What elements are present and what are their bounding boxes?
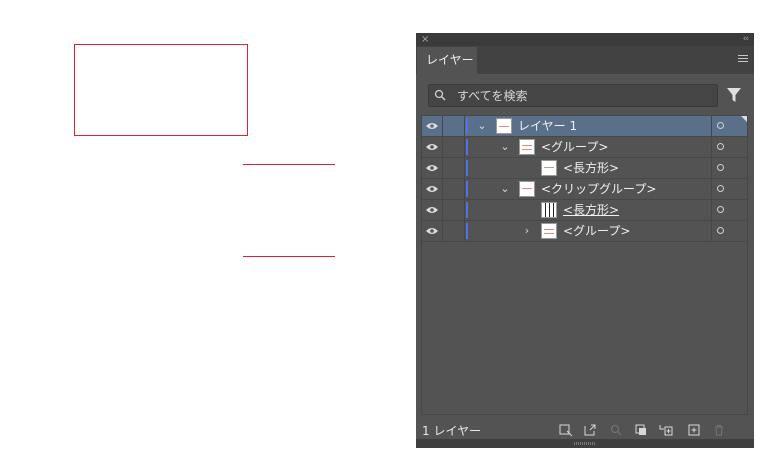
- layer-name[interactable]: <グループ>: [563, 223, 630, 239]
- target-circle-icon[interactable]: [717, 143, 724, 150]
- chevron-down-icon[interactable]: ⌄: [499, 140, 511, 154]
- search-box[interactable]: [428, 84, 718, 107]
- collapse-panel-icon[interactable]: ‹‹: [743, 34, 749, 45]
- search-icon: [434, 89, 446, 101]
- visibility-toggle[interactable]: [422, 179, 443, 199]
- collect-for-export-icon[interactable]: [559, 423, 573, 437]
- layer-row[interactable]: ⌄ <グループ>: [422, 137, 747, 158]
- chevron-right-icon[interactable]: ›: [521, 224, 533, 238]
- target-column[interactable]: [711, 221, 747, 241]
- make-clipping-mask-icon[interactable]: [634, 423, 648, 437]
- layer-row[interactable]: <長方形>: [422, 158, 747, 179]
- layer-color-bar: [466, 139, 468, 155]
- target-column[interactable]: [711, 179, 747, 199]
- visibility-toggle[interactable]: [422, 221, 443, 241]
- layer-name[interactable]: <長方形>: [563, 202, 619, 218]
- layer-color-bar: [466, 223, 468, 239]
- layer-thumbnail: [496, 118, 512, 134]
- tab-layers[interactable]: レイヤー: [417, 47, 477, 74]
- visibility-toggle[interactable]: [422, 158, 443, 178]
- artwork-line-bottom[interactable]: [243, 256, 335, 257]
- chevron-down-icon[interactable]: ⌄: [499, 182, 511, 196]
- target-circle-icon[interactable]: [717, 227, 724, 234]
- visibility-toggle[interactable]: [422, 116, 443, 136]
- layer-color-bar: [466, 181, 468, 197]
- layers-tree: ⌄ レイヤー 1 ⌄ <グループ> <長方形> ⌄ <クリップグループ> <長方…: [421, 115, 748, 415]
- layer-name[interactable]: <グループ>: [541, 139, 608, 155]
- layers-panel: × ‹‹ レイヤー ⌄ レイヤー 1: [416, 33, 754, 448]
- clipping-path-thumbnail: [541, 202, 557, 218]
- lock-toggle[interactable]: [443, 137, 465, 157]
- layer-row[interactable]: ⌄ <クリップグループ>: [422, 179, 747, 200]
- layer-row[interactable]: <長方形>: [422, 200, 747, 221]
- new-layer-icon[interactable]: [687, 423, 701, 437]
- lock-toggle[interactable]: [443, 158, 465, 178]
- layer-row[interactable]: ⌄ レイヤー 1: [422, 116, 747, 137]
- group-thumbnail: [541, 223, 557, 239]
- filter-icon[interactable]: [727, 88, 741, 103]
- grip-icon: [574, 442, 596, 445]
- chevron-down-icon[interactable]: ⌄: [476, 119, 488, 133]
- lock-toggle[interactable]: [443, 221, 465, 241]
- visibility-toggle[interactable]: [422, 200, 443, 220]
- artwork-line-top[interactable]: [243, 164, 335, 165]
- layer-name[interactable]: <クリップグループ>: [541, 181, 656, 197]
- new-sublayer-icon[interactable]: [659, 423, 673, 437]
- target-circle-icon[interactable]: [717, 122, 724, 129]
- panel-titlebar: × ‹‹: [416, 33, 754, 46]
- eye-icon: [426, 165, 438, 171]
- eye-icon: [426, 207, 438, 213]
- lock-toggle[interactable]: [443, 200, 465, 220]
- target-circle-icon[interactable]: [717, 164, 724, 171]
- group-thumbnail: [519, 139, 535, 155]
- layer-name[interactable]: レイヤー 1: [518, 118, 577, 134]
- lock-toggle[interactable]: [443, 179, 465, 199]
- eye-icon: [426, 186, 438, 192]
- rectangle-thumbnail: [541, 160, 557, 176]
- locate-object-icon[interactable]: [609, 423, 623, 437]
- target-column[interactable]: [711, 137, 747, 157]
- target-circle-icon[interactable]: [717, 206, 724, 213]
- panel-menu-icon[interactable]: [738, 55, 748, 64]
- layer-color-bar: [466, 160, 468, 176]
- target-column[interactable]: [711, 158, 747, 178]
- layer-row[interactable]: › <グループ>: [422, 221, 747, 242]
- clip-group-thumbnail: [519, 181, 535, 197]
- eye-icon: [426, 144, 438, 150]
- layer-name[interactable]: <長方形>: [563, 160, 619, 176]
- eye-icon: [426, 228, 438, 234]
- target-column[interactable]: [711, 116, 747, 136]
- selection-corner-icon: [741, 116, 747, 122]
- visibility-toggle[interactable]: [422, 137, 443, 157]
- export-icon[interactable]: [583, 423, 597, 437]
- eye-icon: [426, 123, 438, 129]
- lock-toggle[interactable]: [443, 116, 465, 136]
- target-circle-icon[interactable]: [717, 185, 724, 192]
- trash-icon[interactable]: [712, 423, 726, 437]
- artwork-rectangle[interactable]: [74, 44, 248, 136]
- target-column[interactable]: [711, 200, 747, 220]
- layer-color-bar: [466, 202, 468, 218]
- panel-tabbar: レイヤー: [416, 46, 754, 74]
- resize-handle[interactable]: [416, 439, 754, 448]
- close-icon[interactable]: ×: [421, 34, 429, 45]
- layer-count: 1 レイヤー: [422, 424, 482, 438]
- layer-color-bar: [466, 118, 468, 134]
- search-input[interactable]: [457, 85, 707, 106]
